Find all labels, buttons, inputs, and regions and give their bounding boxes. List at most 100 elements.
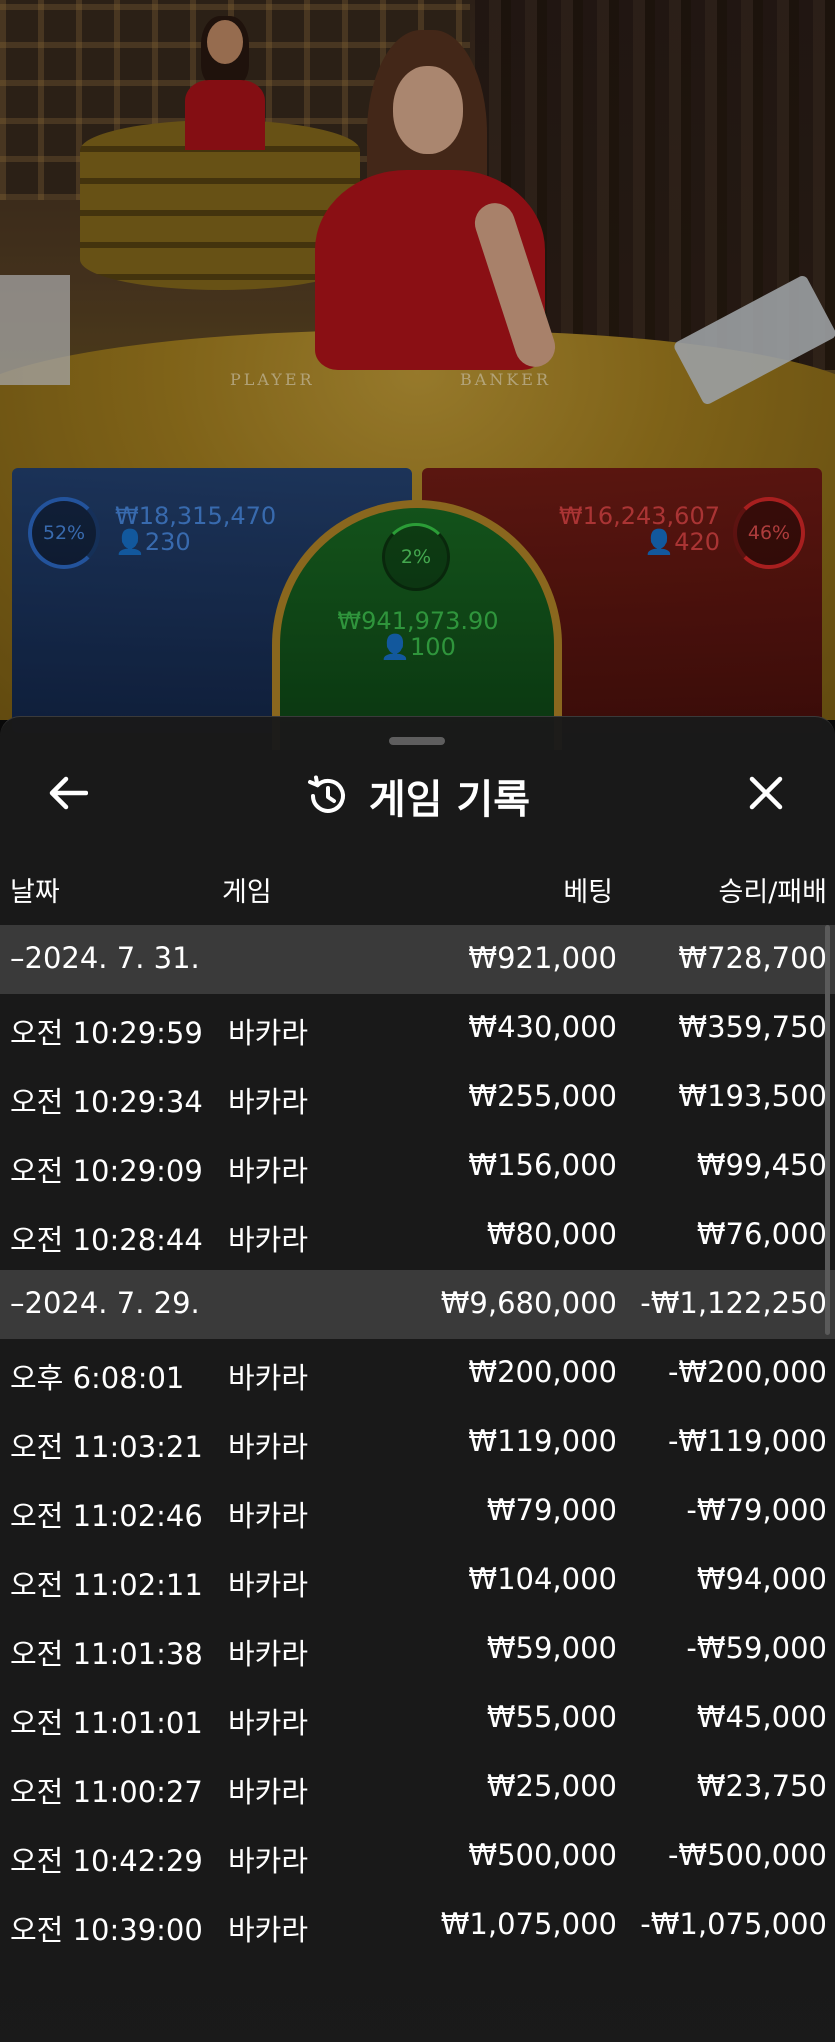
col-bet[interactable]: 베팅 <box>563 870 613 909</box>
row-result: ₩76,000 <box>696 1217 827 1251</box>
close-icon <box>749 776 783 810</box>
row-game: 바카라 <box>228 1637 309 1671</box>
group-result-total: -₩1,122,250 <box>640 1286 827 1320</box>
tie-count: 👤100 <box>380 633 456 661</box>
player-percent-ring: 52% <box>28 497 100 569</box>
list-fade <box>0 1957 835 2042</box>
sheet-header: 게임 기록 <box>0 767 835 825</box>
banker-percent-ring: 46% <box>733 497 805 569</box>
row-time: 오전 11:02:46 <box>10 1499 203 1533</box>
history-row[interactable]: 오전 11:03:21 바카라 ₩119,000 -₩119,000 <box>0 1408 835 1477</box>
row-bet: ₩25,000 <box>486 1769 617 1803</box>
person-icon: 👤 <box>115 528 145 556</box>
row-bet: ₩59,000 <box>486 1631 617 1665</box>
row-bet: ₩500,000 <box>468 1838 617 1872</box>
row-game: 바카라 <box>228 1499 309 1533</box>
row-game: 바카라 <box>228 1430 309 1464</box>
close-button[interactable] <box>742 769 790 817</box>
player-amount: ₩18,315,470 <box>115 502 277 530</box>
row-time: 오후 6:08:01 <box>10 1361 185 1395</box>
row-bet: ₩200,000 <box>468 1355 617 1389</box>
sheet-grabber[interactable] <box>389 737 445 745</box>
row-result: -₩1,075,000 <box>640 1907 827 1941</box>
tie-percent-ring: 2% <box>382 523 450 591</box>
row-game: 바카라 <box>228 1775 309 1809</box>
dealer <box>315 30 561 373</box>
row-time: 오전 11:01:01 <box>10 1706 203 1740</box>
history-row[interactable]: 오전 11:02:11 바카라 ₩104,000 ₩94,000 <box>0 1546 835 1615</box>
banker-count: 👤420 <box>644 528 720 556</box>
row-game: 바카라 <box>228 1844 309 1878</box>
history-row[interactable]: 오전 10:29:09 바카라 ₩156,000 ₩99,450 <box>0 1132 835 1201</box>
row-bet: ₩79,000 <box>486 1493 617 1527</box>
row-result: ₩359,750 <box>678 1010 827 1044</box>
history-clock-icon <box>307 775 345 813</box>
row-game: 바카라 <box>228 1154 309 1188</box>
row-result: ₩94,000 <box>696 1562 827 1596</box>
banker-percent: 46% <box>747 522 791 544</box>
row-result: -₩79,000 <box>686 1493 827 1527</box>
row-game: 바카라 <box>228 1913 309 1947</box>
row-bet: ₩55,000 <box>486 1700 617 1734</box>
player-percent: 52% <box>42 522 86 544</box>
history-row[interactable]: 오전 10:42:29 바카라 ₩500,000 -₩500,000 <box>0 1822 835 1891</box>
history-row[interactable]: 오후 6:08:01 바카라 ₩200,000 -₩200,000 <box>0 1339 835 1408</box>
banker-amount: ₩16,243,607 <box>558 502 720 530</box>
row-result: -₩200,000 <box>667 1355 827 1389</box>
col-game[interactable]: 게임 <box>222 870 272 909</box>
row-time: 오전 10:29:59 <box>10 1016 203 1050</box>
felt-banker-label: BANKER <box>460 370 551 389</box>
col-result[interactable]: 승리/패배 <box>719 870 827 909</box>
row-result: -₩119,000 <box>667 1424 827 1458</box>
row-game: 바카라 <box>228 1706 309 1740</box>
person-icon: 👤 <box>380 633 411 661</box>
background-dealer <box>185 16 265 150</box>
list-scrollbar[interactable] <box>825 925 830 1335</box>
group-bet-total: ₩9,680,000 <box>440 1286 617 1320</box>
row-result: ₩23,750 <box>696 1769 827 1803</box>
history-list: –2024. 7. 31. ₩921,000 ₩728,700 오전 10:29… <box>0 925 835 1960</box>
col-date[interactable]: 날짜 <box>10 870 60 909</box>
row-time: 오전 10:42:29 <box>10 1844 203 1878</box>
history-row[interactable]: 오전 10:39:00 바카라 ₩1,075,000 -₩1,075,000 <box>0 1891 835 1960</box>
column-headers: 날짜 게임 베팅 승리/패배 <box>0 870 835 910</box>
group-bet-total: ₩921,000 <box>468 941 617 975</box>
row-game: 바카라 <box>228 1016 309 1050</box>
row-bet: ₩80,000 <box>486 1217 617 1251</box>
row-game: 바카라 <box>228 1223 309 1257</box>
game-history-sheet: 게임 기록 날짜 게임 베팅 승리/패배 –2024. 7. 31. ₩921,… <box>0 716 835 2042</box>
row-time: 오전 11:02:11 <box>10 1568 203 1602</box>
row-result: ₩193,500 <box>678 1079 827 1113</box>
row-time: 오전 10:28:44 <box>10 1223 203 1257</box>
date-group-header[interactable]: –2024. 7. 31. ₩921,000 ₩728,700 <box>0 925 835 994</box>
tie-amount: ₩941,973.90 <box>337 607 499 635</box>
row-bet: ₩156,000 <box>468 1148 617 1182</box>
row-time: 오전 11:03:21 <box>10 1430 203 1464</box>
row-result: ₩45,000 <box>696 1700 827 1734</box>
history-row[interactable]: 오전 11:01:38 바카라 ₩59,000 -₩59,000 <box>0 1615 835 1684</box>
player-count: 👤230 <box>115 528 191 556</box>
history-row[interactable]: 오전 11:02:46 바카라 ₩79,000 -₩79,000 <box>0 1477 835 1546</box>
row-bet: ₩119,000 <box>468 1424 617 1458</box>
row-time: 오전 11:00:27 <box>10 1775 203 1809</box>
history-row[interactable]: 오전 10:29:59 바카라 ₩430,000 ₩359,750 <box>0 994 835 1063</box>
history-row[interactable]: 오전 11:00:27 바카라 ₩25,000 ₩23,750 <box>0 1753 835 1822</box>
history-row[interactable]: 오전 10:29:34 바카라 ₩255,000 ₩193,500 <box>0 1063 835 1132</box>
row-bet: ₩1,075,000 <box>440 1907 617 1941</box>
history-row[interactable]: 오전 10:28:44 바카라 ₩80,000 ₩76,000 <box>0 1201 835 1270</box>
felt-player-label: PLAYER <box>230 370 315 389</box>
date-group-header[interactable]: –2024. 7. 29. ₩9,680,000 -₩1,122,250 <box>0 1270 835 1339</box>
row-bet: ₩430,000 <box>468 1010 617 1044</box>
row-time: 오전 11:01:38 <box>10 1637 203 1671</box>
group-date: –2024. 7. 29. <box>10 1286 200 1320</box>
discard-tray <box>0 275 70 385</box>
row-game: 바카라 <box>228 1361 309 1395</box>
row-time: 오전 10:39:00 <box>10 1913 203 1947</box>
row-time: 오전 10:29:09 <box>10 1154 203 1188</box>
history-row[interactable]: 오전 11:01:01 바카라 ₩55,000 ₩45,000 <box>0 1684 835 1753</box>
row-result: -₩500,000 <box>667 1838 827 1872</box>
sheet-title: 게임 기록 <box>368 777 531 823</box>
row-result: -₩59,000 <box>686 1631 827 1665</box>
row-game: 바카라 <box>228 1085 309 1119</box>
row-game: 바카라 <box>228 1568 309 1602</box>
